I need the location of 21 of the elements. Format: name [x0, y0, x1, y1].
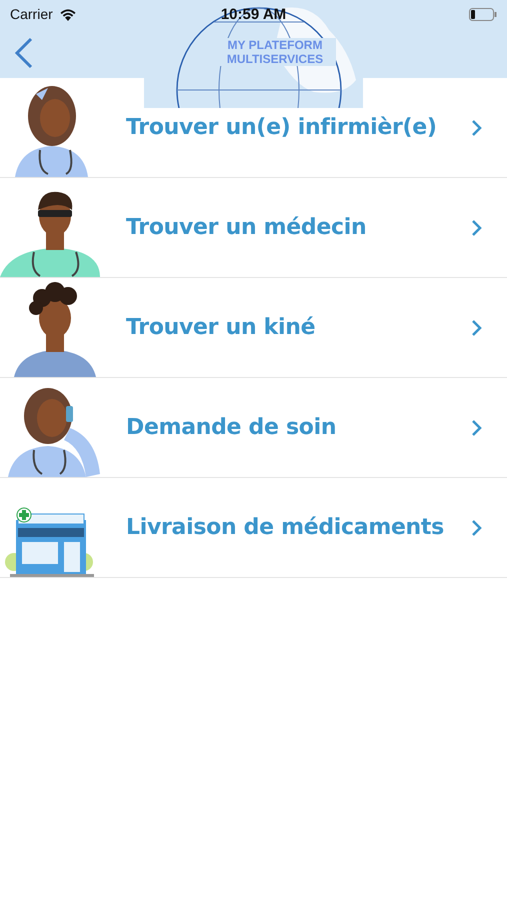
menu-item[interactable]: Trouver un(e) infirmièr(e) [0, 78, 507, 178]
back-button[interactable] [14, 37, 34, 69]
menu-label: Demande de soin [125, 415, 338, 440]
menu-label: Trouver un(e) infirmièr(e) [125, 115, 438, 140]
battery-icon [469, 8, 497, 20]
chevron-icon [471, 118, 483, 136]
wifi-icon [58, 8, 77, 20]
menu-label: Trouver un médecin [125, 215, 368, 240]
back-chevron-icon [14, 37, 34, 69]
menu-item[interactable]: Demande de soin [0, 378, 507, 478]
menu-item[interactable]: Livraison de médicaments [0, 478, 507, 578]
chevron-icon [471, 518, 483, 536]
menu-label: Livraison de médicaments [125, 515, 445, 540]
menu-item[interactable]: Trouver un médecin [0, 178, 507, 278]
carrier-name: Carrier [10, 6, 53, 22]
menu-item[interactable]: Trouver un kiné [0, 278, 507, 378]
status-time: 10:59 AM [220, 6, 286, 22]
chevron-icon [471, 418, 483, 436]
chevron-icon [471, 318, 483, 336]
menu-label: Trouver un kiné [125, 315, 316, 340]
chevron-icon [471, 218, 483, 236]
